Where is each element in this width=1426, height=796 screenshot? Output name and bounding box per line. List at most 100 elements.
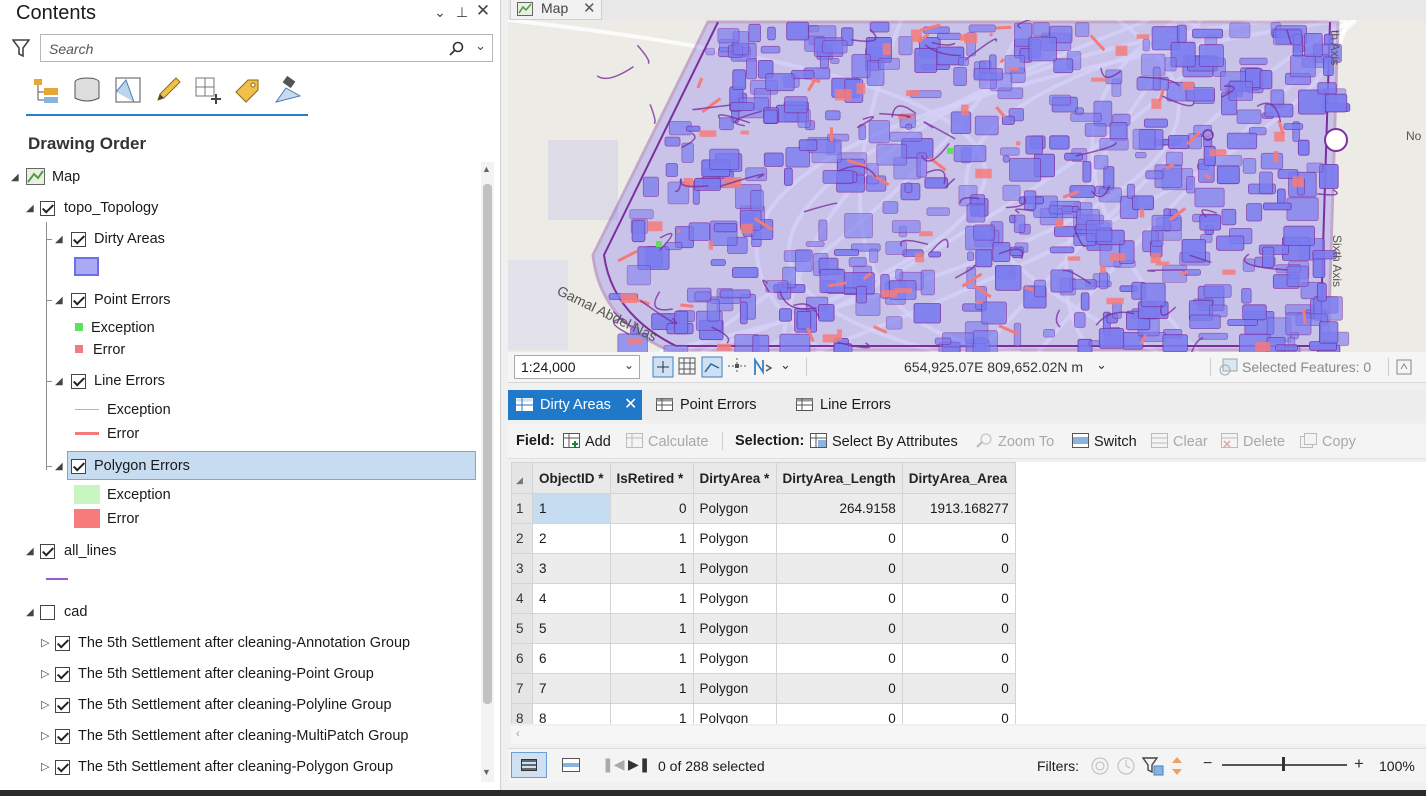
- close-icon[interactable]: ✕: [474, 1, 492, 21]
- column-header-dirtyarea-area[interactable]: DirtyArea_Area: [901, 462, 1016, 494]
- copy-button[interactable]: Copy: [1300, 433, 1356, 450]
- collapse-triangle-icon[interactable]: ◢: [55, 295, 63, 306]
- table-cell[interactable]: 1: [609, 703, 694, 724]
- expand-triangle-icon[interactable]: ▷: [41, 636, 49, 649]
- cad-checkbox[interactable]: [40, 605, 55, 620]
- tree-item-cad[interactable]: cad: [64, 602, 87, 622]
- expand-triangle-icon[interactable]: ▷: [41, 760, 49, 773]
- column-header-dirtyarea[interactable]: DirtyArea *: [692, 462, 777, 494]
- table-cell[interactable]: 1: [609, 643, 694, 674]
- contingent-values-icon[interactable]: [1170, 756, 1184, 776]
- search-input[interactable]: [47, 39, 441, 59]
- cad-group-checkbox[interactable]: [55, 636, 70, 651]
- row-header[interactable]: 1: [511, 493, 533, 524]
- table-cell[interactable]: 0: [901, 523, 1016, 554]
- table-cell[interactable]: 1913.168277: [901, 493, 1016, 524]
- row-header[interactable]: 4: [511, 583, 533, 614]
- row-header[interactable]: 2: [511, 523, 533, 554]
- table-cell[interactable]: 0: [775, 613, 903, 644]
- table-row[interactable]: 5 5 1 Polygon 0 0: [511, 613, 1016, 644]
- scroll-down-icon[interactable]: ▼: [482, 767, 491, 777]
- cad-group-checkbox[interactable]: [55, 729, 70, 744]
- point-exception-symbol[interactable]: [75, 323, 83, 331]
- chevron-down-icon[interactable]: ⌄: [431, 4, 449, 21]
- delete-button[interactable]: Delete: [1221, 433, 1285, 450]
- table-cell[interactable]: 1: [609, 553, 694, 584]
- search-box[interactable]: ⌄: [40, 34, 493, 62]
- search-options-chevron-icon[interactable]: ⌄: [475, 38, 486, 54]
- collapse-triangle-icon[interactable]: ◢: [26, 546, 34, 557]
- table-cell[interactable]: 5: [532, 613, 611, 644]
- all-lines-symbol[interactable]: [46, 578, 68, 580]
- list-by-selection-icon[interactable]: [112, 74, 144, 106]
- zoom-slider-thumb[interactable]: [1282, 757, 1285, 771]
- extent-filter-icon[interactable]: [1090, 756, 1110, 776]
- tree-item-point-errors[interactable]: Point Errors: [94, 290, 171, 310]
- expand-triangle-icon[interactable]: ▷: [41, 667, 49, 680]
- collapse-triangle-icon[interactable]: ◢: [26, 203, 34, 214]
- column-header-objectid[interactable]: ObjectID *: [532, 462, 611, 494]
- list-by-labeling-icon[interactable]: [232, 74, 264, 106]
- tree-item-dirty-areas[interactable]: Dirty Areas: [94, 229, 165, 249]
- table-cell[interactable]: Polygon: [692, 643, 777, 674]
- filter-icon[interactable]: [12, 38, 30, 58]
- table-row[interactable]: 1 1 0 Polygon 264.9158 1913.168277: [511, 493, 1016, 524]
- tree-item-polygon-errors[interactable]: Polygon Errors: [94, 456, 190, 476]
- tree-item-all-lines[interactable]: all_lines: [64, 541, 116, 561]
- corner-cell[interactable]: ◢: [511, 462, 533, 494]
- expand-triangle-icon[interactable]: ▷: [41, 698, 49, 711]
- topology-checkbox[interactable]: [40, 201, 55, 216]
- collapse-triangle-icon[interactable]: ◢: [55, 461, 63, 472]
- point-errors-checkbox[interactable]: [71, 293, 86, 308]
- collapse-triangle-icon[interactable]: ◢: [55, 234, 63, 245]
- row-header[interactable]: 3: [511, 553, 533, 584]
- clear-button[interactable]: Clear: [1151, 433, 1208, 450]
- close-icon[interactable]: ✕: [624, 390, 637, 420]
- line-errors-checkbox[interactable]: [71, 374, 86, 389]
- contents-scrollbar-thumb[interactable]: [483, 184, 492, 704]
- time-filter-icon[interactable]: [1116, 756, 1136, 776]
- snapping-icon[interactable]: [701, 356, 723, 378]
- table-cell[interactable]: 7: [532, 673, 611, 704]
- table-cell[interactable]: Polygon: [692, 583, 777, 614]
- map-tab[interactable]: Map ✕: [510, 0, 602, 20]
- list-by-snapping-icon[interactable]: [192, 74, 224, 106]
- tree-item-topology[interactable]: topo_Topology: [64, 198, 158, 218]
- table-cell[interactable]: 2: [532, 523, 611, 554]
- table-row[interactable]: 2 2 1 Polygon 0 0: [511, 523, 1016, 554]
- switch-button[interactable]: Switch: [1072, 433, 1137, 450]
- zoom-to-button[interactable]: Zoom To: [976, 433, 1054, 450]
- row-header[interactable]: 8: [511, 703, 533, 724]
- table-cell[interactable]: 0: [901, 613, 1016, 644]
- coordinate-readout[interactable]: 654,925.07E 809,652.02N m: [904, 359, 1083, 375]
- column-header-dirtyarea-length[interactable]: DirtyArea_Length: [775, 462, 903, 494]
- table-cell[interactable]: 8: [532, 703, 611, 724]
- table-cell[interactable]: 0: [775, 643, 903, 674]
- collapse-triangle-icon[interactable]: ◢: [55, 376, 63, 387]
- list-by-source-icon[interactable]: [71, 74, 103, 106]
- selected-features-count[interactable]: Selected Features: 0: [1242, 359, 1371, 375]
- line-exception-symbol[interactable]: [75, 409, 99, 410]
- search-icon[interactable]: [449, 41, 464, 56]
- zoom-out-icon[interactable]: −: [1203, 755, 1212, 773]
- tab-point-errors[interactable]: Point Errors: [648, 390, 788, 420]
- table-cell[interactable]: Polygon: [692, 523, 777, 554]
- table-cell[interactable]: 0: [901, 583, 1016, 614]
- dirty-areas-checkbox[interactable]: [71, 232, 86, 247]
- table-cell[interactable]: 3: [532, 553, 611, 584]
- definition-query-filter-icon[interactable]: [1142, 756, 1164, 776]
- table-cell[interactable]: Polygon: [692, 703, 777, 724]
- north-arrow-icon[interactable]: [751, 357, 773, 377]
- row-header[interactable]: 6: [511, 643, 533, 674]
- line-error-symbol[interactable]: [75, 432, 99, 435]
- scroll-up-icon[interactable]: ▲: [482, 164, 491, 174]
- collapse-triangle-icon[interactable]: ◢: [11, 172, 19, 183]
- pin-icon[interactable]: ⊥: [453, 4, 471, 21]
- table-cell[interactable]: Polygon: [692, 613, 777, 644]
- chevron-down-icon[interactable]: ⌄: [780, 357, 791, 373]
- table-cell[interactable]: 6: [532, 643, 611, 674]
- row-header[interactable]: 5: [511, 613, 533, 644]
- list-by-editing-icon[interactable]: [152, 74, 184, 106]
- selected-features-icon[interactable]: [1218, 358, 1238, 376]
- table-cell[interactable]: 0: [901, 643, 1016, 674]
